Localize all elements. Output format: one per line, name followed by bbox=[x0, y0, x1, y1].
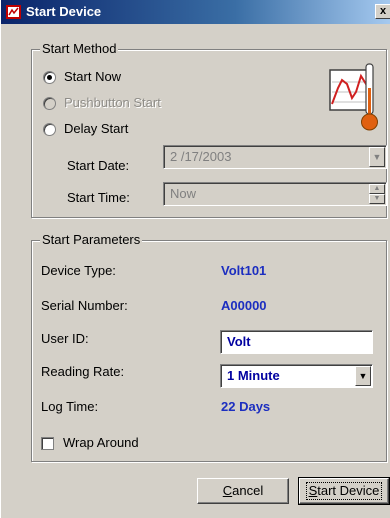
start-time-field: Now bbox=[163, 182, 387, 206]
app-icon bbox=[6, 5, 21, 19]
reading-rate-value: 1 Minute bbox=[227, 368, 280, 383]
user-id-input[interactable]: Volt bbox=[220, 330, 373, 354]
start-time-spin-down: ▼ bbox=[369, 194, 385, 204]
cancel-label: ancel bbox=[232, 483, 264, 498]
wrap-around-checkbox[interactable] bbox=[41, 437, 54, 450]
start-time-value: Now bbox=[170, 186, 197, 201]
start-device-button[interactable]: Start Device bbox=[298, 477, 390, 505]
start-method-legend: Start Method bbox=[40, 41, 119, 56]
window-title: Start Device bbox=[26, 4, 102, 19]
start-device-focus: Start Device bbox=[305, 482, 383, 500]
cancel-button[interactable]: Cancel bbox=[197, 478, 289, 504]
pushbutton-start-label: Pushbutton Start bbox=[64, 95, 161, 110]
spin-up-icon: ▲ bbox=[373, 185, 381, 192]
user-id-value: Volt bbox=[227, 334, 251, 349]
start-now-label[interactable]: Start Now bbox=[64, 69, 121, 84]
device-type-value: Volt101 bbox=[221, 263, 267, 278]
delay-start-radio[interactable] bbox=[43, 123, 56, 136]
serial-number-value: A00000 bbox=[221, 298, 267, 313]
close-icon: x bbox=[379, 5, 387, 17]
start-parameters-legend: Start Parameters bbox=[40, 232, 143, 247]
spin-down-icon: ▼ bbox=[373, 195, 381, 202]
reading-rate-dropdown-button[interactable]: ▼ bbox=[355, 366, 371, 386]
chevron-down-icon: ▼ bbox=[358, 371, 368, 381]
cancel-mnemonic: C bbox=[222, 483, 233, 498]
log-time-value: 22 Days bbox=[221, 399, 271, 414]
reading-rate-select[interactable]: 1 Minute bbox=[220, 364, 373, 388]
start-date-label: Start Date: bbox=[67, 158, 130, 173]
start-device-label: tart Device bbox=[317, 483, 380, 498]
start-now-radio[interactable] bbox=[43, 71, 56, 84]
start-date-field: 2 /17/2003 bbox=[163, 145, 387, 169]
start-time-spin-up: ▲ bbox=[369, 184, 385, 194]
pushbutton-start-radio bbox=[43, 97, 56, 110]
start-date-dropdown-button: ▼ bbox=[369, 147, 385, 167]
start-mnemonic: S bbox=[308, 483, 318, 498]
start-device-dialog: Start Device x Start Method Start Now Pu… bbox=[0, 0, 390, 518]
user-id-label: User ID: bbox=[41, 331, 89, 346]
wrap-around-label[interactable]: Wrap Around bbox=[63, 435, 139, 450]
reading-rate-label: Reading Rate: bbox=[41, 364, 125, 379]
chevron-down-icon: ▼ bbox=[372, 152, 382, 162]
device-type-label: Device Type: bbox=[41, 263, 116, 278]
start-time-label: Start Time: bbox=[67, 190, 130, 205]
serial-number-label: Serial Number: bbox=[41, 298, 128, 313]
start-date-value: 2 /17/2003 bbox=[170, 149, 232, 164]
delay-start-label[interactable]: Delay Start bbox=[64, 121, 128, 136]
close-button[interactable]: x bbox=[375, 4, 390, 19]
log-time-label: Log Time: bbox=[41, 399, 99, 414]
chart-thermometer-icon bbox=[329, 63, 378, 131]
title-bar[interactable]: Start Device x bbox=[1, 0, 390, 24]
